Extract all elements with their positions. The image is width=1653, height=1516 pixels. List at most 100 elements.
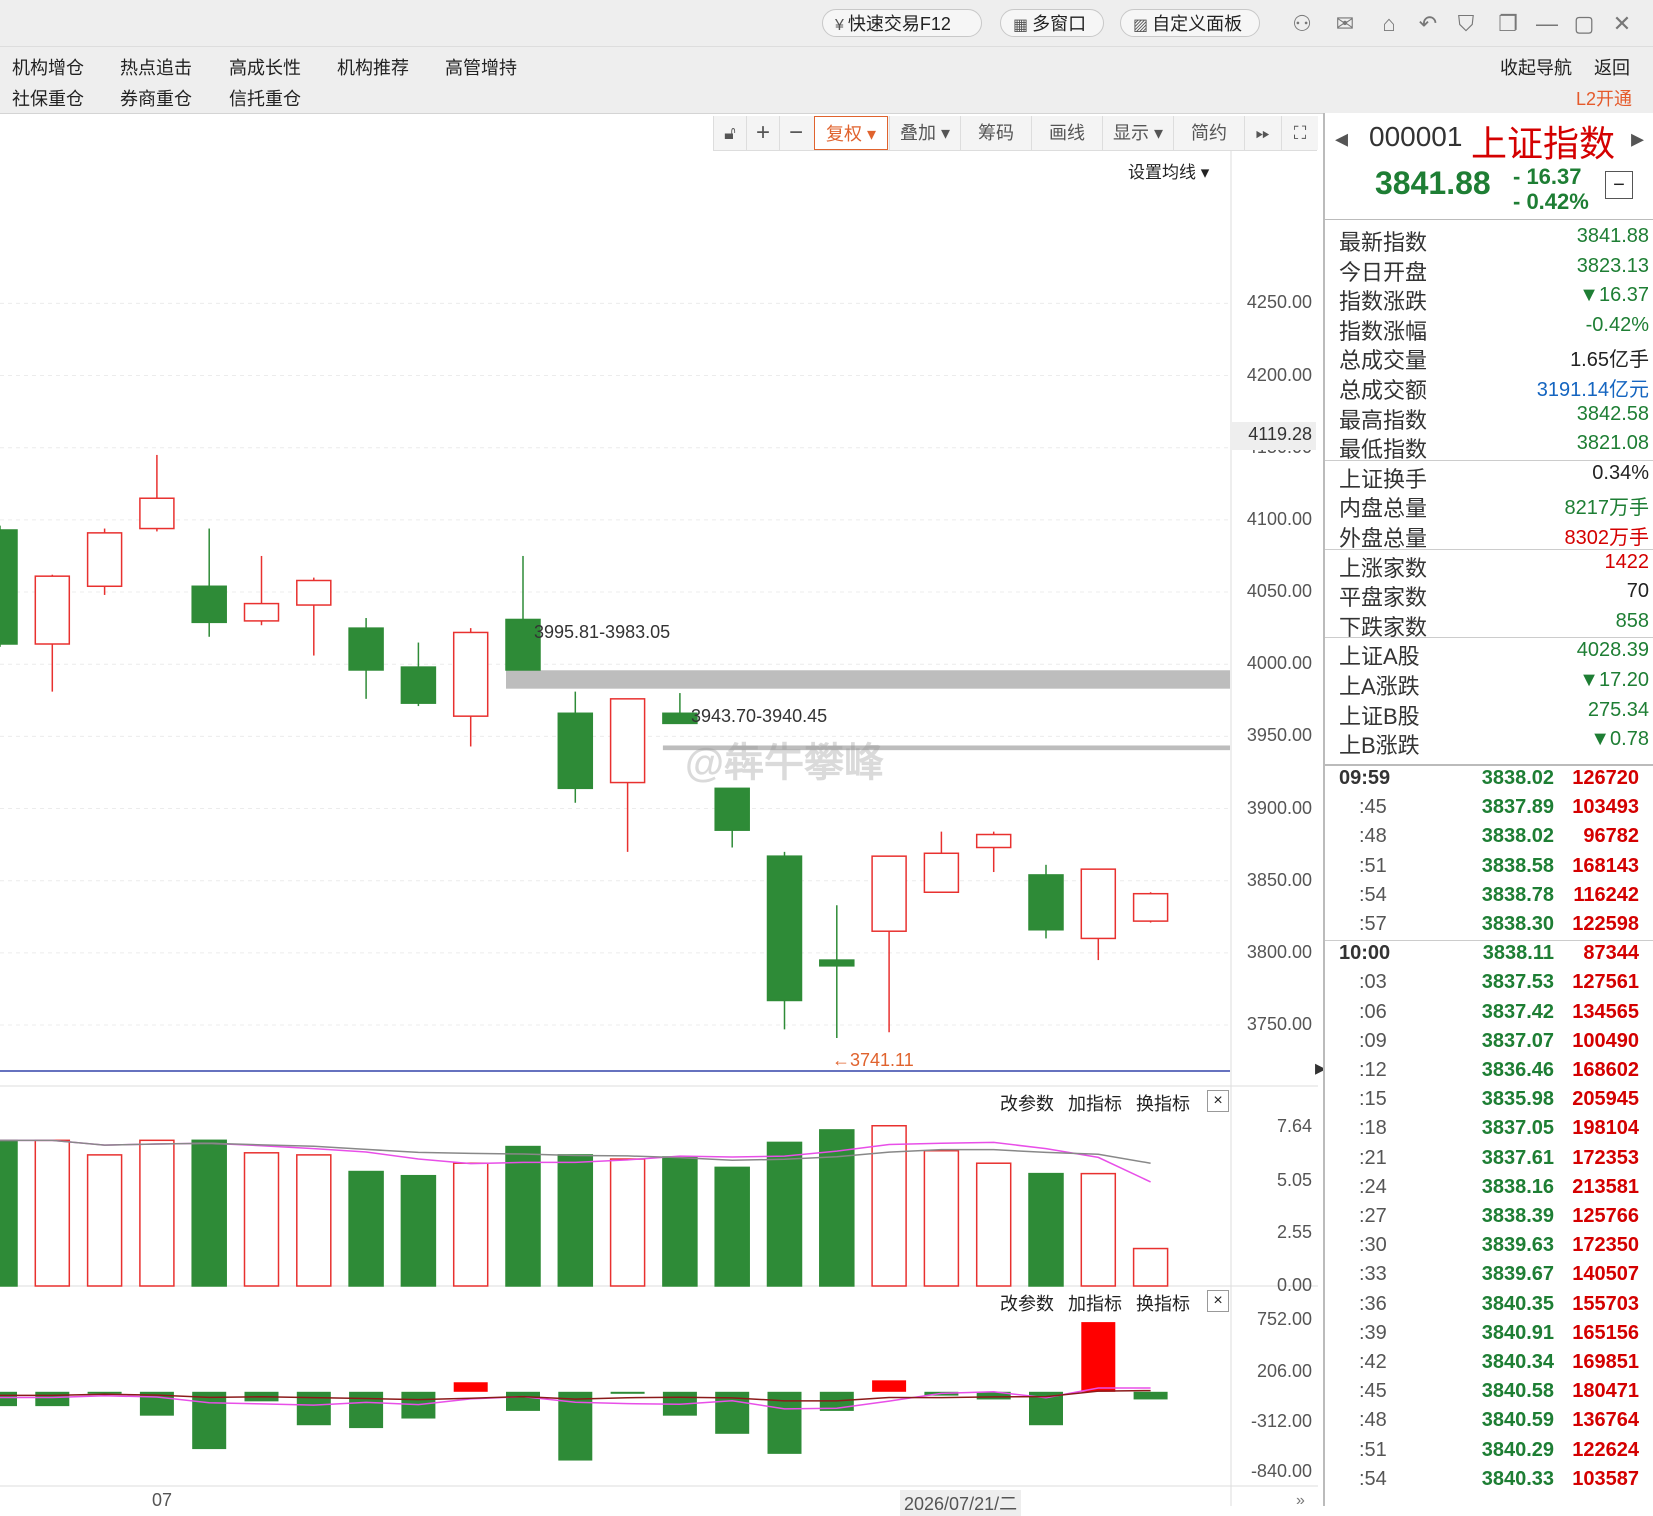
nav-item[interactable]: 机构增仓 xyxy=(12,54,84,80)
stock-name: 上证指数 xyxy=(1471,123,1616,164)
current-price: 3841.88 xyxy=(1375,165,1491,201)
candle-body xyxy=(923,852,960,893)
volume-bar xyxy=(505,1145,541,1287)
tick-row: :39 3840.91 165156 xyxy=(1339,1322,1649,1351)
volume-bar xyxy=(296,1154,332,1287)
quote-field-row: 上证A股 4028.39 xyxy=(1339,639,1649,669)
volume-bar xyxy=(557,1154,594,1287)
quote-field-value: 3841.88 xyxy=(1576,225,1649,247)
candle-body xyxy=(714,787,750,831)
custom-panel-button[interactable]: ▨ 自定义面板 xyxy=(1120,9,1260,37)
next-stock-icon[interactable]: ▸ xyxy=(1631,123,1644,154)
quick-trade-button[interactable]: ¥ 快速交易F12 xyxy=(822,9,982,37)
nav-item[interactable]: 信托重仓 xyxy=(229,85,301,111)
tick-row: :24 3838.16 213581 xyxy=(1339,1176,1649,1205)
tick-time: :24 xyxy=(1359,1175,1387,1198)
macd-bar xyxy=(610,1391,645,1394)
price-axis-label: 3750.00 xyxy=(1246,1014,1312,1035)
tick-time: :45 xyxy=(1359,796,1387,819)
quote-field-row: 上证换手 0.34% xyxy=(1339,462,1649,492)
close-icon[interactable]: ✕ xyxy=(1608,11,1636,37)
tick-row: :48 3838.02 96782 xyxy=(1339,825,1649,854)
volume-bar xyxy=(871,1125,907,1287)
tick-price: 3837.05 xyxy=(1481,1117,1554,1140)
maximize-icon[interactable]: ▢ xyxy=(1570,11,1598,37)
quote-field-label: 指数涨幅 xyxy=(1339,318,1428,344)
close-subchart-icon[interactable]: × xyxy=(1207,1290,1229,1312)
tick-price: 3835.98 xyxy=(1481,1088,1554,1111)
nav-item[interactable]: 机构推荐 xyxy=(337,54,409,80)
tick-time: :48 xyxy=(1359,825,1387,848)
restore-icon[interactable]: ❐ xyxy=(1494,11,1522,37)
scroll-right-icon[interactable]: » xyxy=(1296,1492,1305,1510)
back-link[interactable]: 返回 xyxy=(1594,54,1630,80)
tick-time: 09:59 xyxy=(1339,767,1391,789)
tick-time: :33 xyxy=(1359,1263,1387,1286)
quote-field-value: 3191.14亿元 xyxy=(1536,379,1649,401)
nav-item[interactable]: 券商重仓 xyxy=(120,85,192,111)
add-indicator-link[interactable]: 加指标 xyxy=(1068,1290,1122,1316)
tick-time: :03 xyxy=(1359,971,1387,994)
shirt-icon[interactable]: ⛉ xyxy=(1452,11,1480,37)
close-subchart-icon[interactable]: × xyxy=(1207,1090,1229,1112)
quote-field-row: 上A涨跌 ▼17.20 xyxy=(1339,669,1649,699)
tick-time: :42 xyxy=(1359,1351,1387,1373)
home-icon[interactable]: ⌂ xyxy=(1375,11,1403,37)
price-axis-label: 3900.00 xyxy=(1246,797,1312,818)
quote-field-row: 上涨家数 1422 xyxy=(1339,551,1649,581)
nav-item[interactable]: 高成长性 xyxy=(229,54,301,80)
macd-axis-label: -840.00 xyxy=(1250,1461,1312,1481)
low-marker: ←3741.11 xyxy=(832,1050,914,1070)
mail-icon[interactable]: ✉ xyxy=(1331,11,1359,37)
macd-bar xyxy=(87,1391,122,1394)
tick-volume: 168602 xyxy=(1572,1059,1639,1081)
volume-bar xyxy=(923,1149,960,1287)
volume-axis-label: 0.00 xyxy=(1276,1275,1312,1295)
switch-indicator-link[interactable]: 换指标 xyxy=(1136,1290,1190,1316)
candle-body xyxy=(766,855,803,1002)
tick-price: 3839.67 xyxy=(1481,1263,1554,1286)
user-icon[interactable]: ⚇ xyxy=(1288,11,1316,37)
quote-field-label: 今日开盘 xyxy=(1339,259,1428,285)
price-axis-label: 3800.00 xyxy=(1246,941,1312,962)
undo-icon[interactable]: ↶ xyxy=(1414,11,1442,37)
l2-open-link[interactable]: L2开通 xyxy=(1576,85,1632,111)
change-params-link[interactable]: 改参数 xyxy=(1000,1090,1054,1116)
quote-field-row: 最高指数 3842.58 xyxy=(1339,403,1649,433)
tick-time: 10:00 xyxy=(1339,942,1391,965)
minimize-icon[interactable]: — xyxy=(1533,11,1561,37)
candle-body xyxy=(1028,874,1064,931)
collapse-nav-link[interactable]: 收起导航 xyxy=(1500,54,1572,80)
add-indicator-link[interactable]: 加指标 xyxy=(1068,1090,1122,1116)
price-axis-label: 4050.00 xyxy=(1246,581,1312,602)
candle-body xyxy=(34,575,71,645)
collapse-quote-button[interactable]: − xyxy=(1605,171,1633,199)
prev-stock-icon[interactable]: ◂ xyxy=(1335,123,1348,154)
quote-field-label: 总成交量 xyxy=(1339,348,1428,374)
candle-body xyxy=(139,497,175,530)
switch-indicator-link[interactable]: 换指标 xyxy=(1136,1090,1190,1116)
quote-field-value: 1.65亿手 xyxy=(1570,349,1649,372)
macd-bar xyxy=(872,1380,907,1392)
tick-volume: 172353 xyxy=(1572,1146,1639,1169)
macd-bar xyxy=(192,1391,227,1450)
volume-axis-label: 5.05 xyxy=(1276,1169,1312,1190)
multi-window-button[interactable]: ▦ 多窗口 xyxy=(1000,9,1104,37)
nav-item[interactable]: 高管增持 xyxy=(445,54,517,80)
nav-bar: 机构增仓 热点追击 高成长性 机构推荐 高管增持 社保重仓 券商重仓 信托重仓 … xyxy=(0,47,1653,114)
volume-bar xyxy=(1028,1172,1064,1287)
tick-price: 3838.02 xyxy=(1481,767,1554,789)
macd-bar xyxy=(35,1391,70,1407)
tick-volume: 103493 xyxy=(1572,796,1639,819)
tick-volume: 100490 xyxy=(1572,1029,1639,1052)
tick-row: :12 3836.46 168602 xyxy=(1339,1059,1649,1088)
candle-body xyxy=(557,712,594,790)
nav-item[interactable]: 热点追击 xyxy=(120,54,192,80)
change-params-link[interactable]: 改参数 xyxy=(1000,1290,1054,1316)
tick-row: :09 3837.07 100490 xyxy=(1339,1030,1649,1059)
tick-volume: 172350 xyxy=(1572,1234,1639,1257)
nav-item[interactable]: 社保重仓 xyxy=(12,85,84,111)
tick-price: 3837.07 xyxy=(1481,1029,1554,1052)
quote-field-value: 1422 xyxy=(1604,550,1650,573)
volume-bar xyxy=(34,1139,71,1287)
